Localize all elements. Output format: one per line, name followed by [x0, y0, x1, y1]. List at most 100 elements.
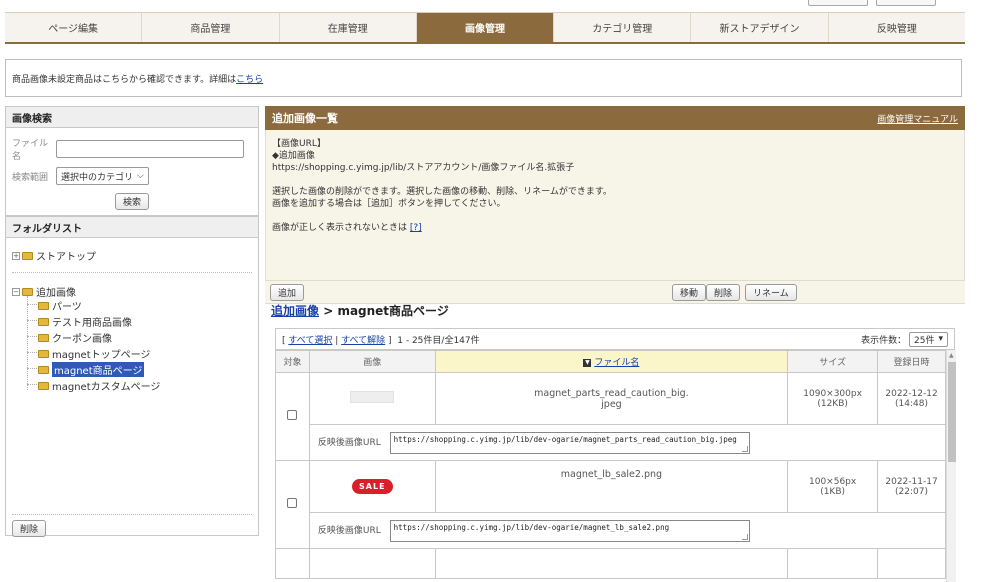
date-cell: 2022-12-12 (14:48)	[877, 372, 946, 425]
tree-item-test-images[interactable]: テスト用商品画像	[38, 314, 132, 329]
folder-icon	[38, 365, 49, 374]
delete-button[interactable]: 削除	[706, 284, 741, 301]
size-cell: 1090×300px (12KB)	[787, 372, 879, 425]
per-page-label: 表示件数：	[861, 335, 907, 346]
tab-categories[interactable]: カテゴリ管理	[554, 13, 692, 42]
sale-badge-thumbnail[interactable]: SALE	[352, 479, 393, 494]
scope-label: 検索範囲	[12, 172, 49, 183]
result-range: 1 - 25件目/全147件	[397, 335, 480, 346]
sort-filename-link[interactable]: ファイル名	[594, 358, 639, 368]
tree-line	[27, 352, 37, 353]
move-button[interactable]: 移動	[672, 284, 707, 301]
scroll-up-icon[interactable]: ▲	[949, 352, 954, 359]
action-toolbar: 追加 移動 削除 リネーム	[265, 280, 965, 304]
table-row: magnet_parts_read_caution_big. jpeg 1090…	[275, 372, 946, 461]
tree-line	[27, 296, 28, 390]
col-image: 画像	[308, 350, 436, 373]
filename-label: ファイル名	[12, 139, 49, 162]
url-field[interactable]: https://shopping.c.yimg.jp/lib/dev-ogari…	[389, 519, 750, 542]
sort-icon[interactable]: ▼	[583, 358, 592, 367]
deselect-all-link[interactable]: すべて解除	[341, 336, 385, 346]
tree-line	[27, 304, 37, 305]
col-size: サイズ	[787, 350, 879, 373]
folder-icon	[22, 287, 33, 296]
tab-store-design[interactable]: 新ストアデザイン	[691, 13, 829, 42]
row-select-cell	[275, 372, 310, 461]
tree-item-magnet-top[interactable]: magnetトップページ	[38, 346, 150, 361]
tree-item-added-images[interactable]: − 追加画像	[12, 284, 76, 299]
tab-images[interactable]: 画像管理	[416, 13, 555, 42]
delete-folder-button[interactable]: 削除	[12, 520, 47, 537]
info-line: ◆追加画像	[272, 151, 315, 161]
folder-icon	[38, 333, 49, 342]
help-link[interactable]: [?]	[410, 223, 422, 233]
row-select-cell	[275, 460, 310, 549]
table-scrollbar[interactable]: ▲	[946, 350, 956, 582]
tree-line	[27, 320, 37, 321]
tab-products[interactable]: 商品管理	[142, 13, 280, 42]
url-row: 反映後画像URL https://shopping.c.yimg.jp/lib/…	[276, 512, 947, 549]
search-button[interactable]: 検索	[114, 193, 149, 210]
breadcrumb-parent-link[interactable]: 追加画像	[271, 304, 319, 318]
header-button[interactable]	[876, 0, 936, 6]
header-button[interactable]	[808, 0, 868, 6]
info-line: https://shopping.c.yimg.jp/lib/ストアアカウント/…	[272, 163, 575, 173]
tree-line	[27, 336, 37, 337]
col-filename[interactable]: ▼ ファイル名	[434, 350, 789, 373]
col-target: 対象	[275, 350, 310, 373]
image-table: 対象 画像 ▼ ファイル名 サイズ 登録日時 magnet_parts_read…	[275, 350, 947, 579]
breadcrumb-current: magnet商品ページ	[337, 304, 449, 318]
notice-link[interactable]: こちら	[236, 72, 263, 85]
size-cell: 100×56px (1KB)	[787, 460, 879, 513]
filename-cell: magnet_parts_read_caution_big. jpeg	[434, 372, 789, 425]
image-list-header: 追加画像一覧 画像管理マニュアル	[265, 106, 965, 130]
tab-inventory[interactable]: 在庫管理	[280, 13, 417, 42]
filename-cell: magnet_lb_sale2.png	[434, 460, 789, 513]
folder-icon	[38, 301, 49, 310]
chevron-down-icon: ▾	[938, 334, 943, 344]
collapse-icon[interactable]: −	[12, 287, 20, 296]
filename-input[interactable]	[56, 140, 244, 158]
folder-icon	[38, 381, 49, 390]
image-thumbnail[interactable]	[350, 391, 395, 403]
tree-line	[27, 384, 37, 385]
info-box: 【画像URL】 ◆追加画像 https://shopping.c.yimg.jp…	[265, 130, 965, 280]
table-row: SALE magnet_lb_sale2.png 100×56px (1KB) …	[275, 460, 946, 549]
folder-tree: + ストアトップ − 追加画像 パーツ テスト用商品画像 クーポン画像 magn…	[5, 238, 259, 537]
row-checkbox[interactable]	[287, 498, 298, 508]
select-all-link[interactable]: すべて選択	[288, 336, 332, 346]
tree-item-store-top[interactable]: + ストアトップ	[12, 248, 96, 263]
tab-page-edit[interactable]: ページ編集	[5, 13, 143, 42]
date-cell: 2022-11-17 (22:07)	[877, 460, 946, 513]
tree-item-parts[interactable]: パーツ	[38, 298, 82, 313]
row-checkbox[interactable]	[287, 410, 298, 420]
right-panel: 追加画像一覧 画像管理マニュアル 【画像URL】 ◆追加画像 https://s…	[265, 106, 965, 582]
tree-item-magnet-product[interactable]: magnet商品ページ	[38, 362, 145, 377]
folder-list-title: フォルダリスト	[5, 216, 259, 238]
rename-button[interactable]: リネーム	[745, 284, 797, 301]
expand-icon[interactable]: +	[12, 251, 20, 260]
top-strip	[0, 0, 1000, 10]
scope-select[interactable]: 選択中のカテゴリ ⌵	[56, 167, 149, 185]
search-panel: ファイル名 検索範囲 選択中のカテゴリ ⌵ 検索	[5, 128, 259, 216]
per-page-select[interactable]: 25件 ▾	[909, 331, 948, 347]
add-button[interactable]: 追加	[270, 284, 305, 301]
folder-icon	[38, 317, 49, 326]
tree-item-coupon[interactable]: クーポン画像	[38, 330, 112, 345]
scrollbar-thumb[interactable]	[948, 362, 956, 462]
image-list-title: 追加画像一覧	[272, 112, 338, 125]
divider	[12, 514, 252, 515]
tree-item-magnet-custom[interactable]: magnetカスタムページ	[38, 378, 160, 393]
url-label: 反映後画像URL	[317, 438, 381, 448]
info-line: 【画像URL】	[272, 139, 326, 149]
scope-value: 選択中のカテゴリ	[61, 172, 134, 183]
tab-publish[interactable]: 反映管理	[829, 13, 965, 42]
col-date: 登録日時	[877, 350, 946, 373]
url-field[interactable]: https://shopping.c.yimg.jp/lib/dev-ogari…	[389, 431, 750, 454]
list-controls: [ すべて選択 | すべて解除 ] 1 - 25件目/全147件 表示件数： 2…	[275, 328, 955, 350]
divider	[12, 272, 252, 273]
manual-link[interactable]: 画像管理マニュアル	[877, 112, 958, 125]
tree-line	[27, 368, 37, 369]
info-line: 画像を追加する場合は［追加］ボタンを押してください。	[272, 199, 506, 209]
breadcrumb: 追加画像 > magnet商品ページ	[271, 304, 449, 318]
